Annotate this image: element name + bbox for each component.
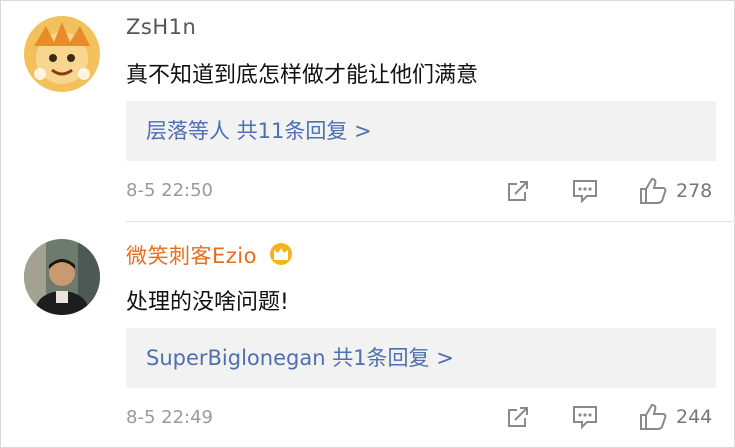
reply-summary-link[interactable]: 层落等人 共11条回复 > xyxy=(146,115,372,145)
comment-item: 微笑刺客Ezio 处理的没啥问题! SuperBiglonegan 共1条回复 … xyxy=(0,222,735,448)
comment-time: 8-5 22:50 xyxy=(126,180,213,201)
share-button[interactable] xyxy=(505,404,531,430)
like-count: 278 xyxy=(676,180,713,202)
share-icon xyxy=(508,181,528,201)
comment-text: 处理的没啥问题! xyxy=(126,290,289,315)
avatar[interactable] xyxy=(24,16,100,92)
like-button[interactable]: 278 xyxy=(638,176,712,206)
username[interactable]: ZsH1n xyxy=(126,15,196,39)
username[interactable]: 微笑刺客Ezio xyxy=(126,240,294,270)
reply-summary-box[interactable]: SuperBiglonegan 共1条回复 > xyxy=(126,328,716,388)
comment-text: 真不知道到底怎样做才能让他们满意 xyxy=(126,63,479,88)
avatar-cartoon xyxy=(24,16,100,92)
reply-summary-link[interactable]: SuperBiglonegan 共1条回复 > xyxy=(146,342,454,372)
username-text: 微笑刺客Ezio xyxy=(126,244,257,268)
comment-icon xyxy=(573,180,597,204)
avatar-photo xyxy=(24,239,100,315)
comment-button[interactable] xyxy=(571,404,599,430)
reply-summary-box[interactable]: 层落等人 共11条回复 > xyxy=(126,101,716,161)
share-button[interactable] xyxy=(505,178,531,204)
comment-icon xyxy=(573,406,597,430)
like-button[interactable]: 244 xyxy=(638,402,712,432)
like-count: 244 xyxy=(676,406,713,428)
share-icon xyxy=(508,407,528,427)
comment-time: 8-5 22:49 xyxy=(126,407,213,428)
crown-icon xyxy=(270,243,293,265)
thumbs-up-icon xyxy=(640,403,667,430)
comment-item: ZsH1n 真不知道到底怎样做才能让他们满意 层落等人 共11条回复 > 8-5… xyxy=(0,0,735,222)
avatar[interactable] xyxy=(24,239,100,315)
comment-button[interactable] xyxy=(571,178,599,204)
thumbs-up-icon xyxy=(640,177,667,204)
